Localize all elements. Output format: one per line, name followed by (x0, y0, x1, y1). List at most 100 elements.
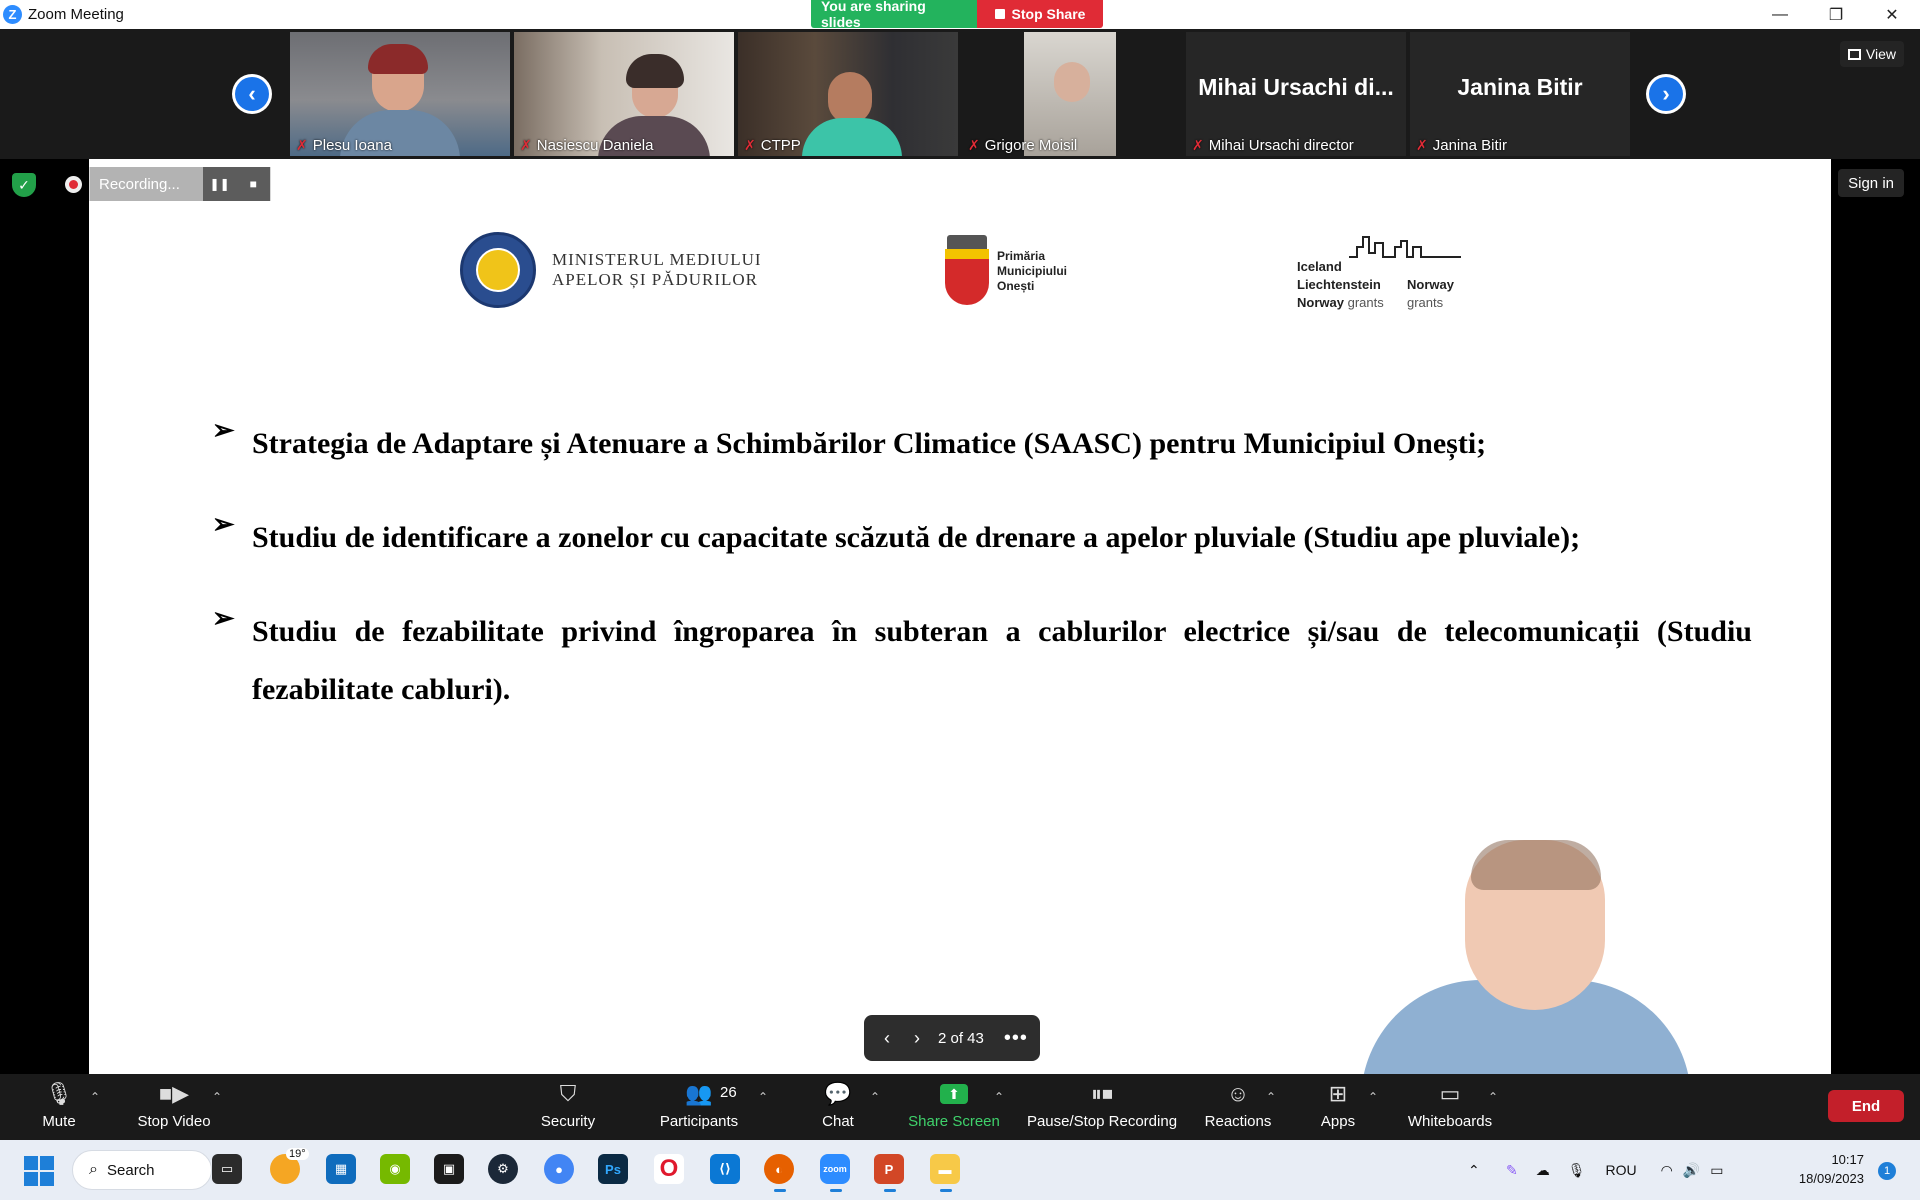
reactions-button[interactable]: ☺ Reactions (1200, 1078, 1276, 1136)
participant-tile[interactable]: ✗ Nasiescu Daniela (514, 32, 734, 156)
participant-name: ✗ Janina Bitir (1416, 137, 1507, 154)
grants-norway-right: Norway (1407, 277, 1454, 292)
zoom-app-icon[interactable]: zoom (820, 1154, 850, 1192)
encryption-shield-icon[interactable]: ✓ (12, 173, 36, 197)
chat-button[interactable]: 💬 Chat (816, 1078, 860, 1136)
notification-badge[interactable]: 1 (1878, 1162, 1896, 1180)
chevron-right-icon: › (1649, 77, 1683, 111)
participants-icon: 👥 (685, 1081, 713, 1106)
government-seal-icon (460, 232, 536, 308)
grants-word: grants (1347, 295, 1384, 310)
microphone-tray-icon[interactable]: 🎙 (1568, 1162, 1586, 1179)
steam-icon[interactable]: ⚙ (488, 1154, 518, 1184)
vscode-icon[interactable]: ⟨⟩ (710, 1154, 740, 1184)
grants-skyline-icon (1349, 236, 1461, 258)
volume-icon[interactable]: 🔊 (1683, 1162, 1700, 1179)
pen-icon[interactable]: ✎ (1506, 1162, 1518, 1179)
slide-bullet: ➢ Studiu de fezabilitate privind îngropa… (212, 603, 1752, 719)
reactions-options-caret[interactable]: ⌃ (1266, 1078, 1280, 1136)
shield-icon: ⛉ (559, 1081, 577, 1106)
microsoft-store-icon[interactable]: ▦ (326, 1154, 356, 1184)
close-button[interactable]: ✕ (1864, 0, 1920, 29)
stop-video-label: Stop Video (137, 1113, 211, 1130)
strip-next-button[interactable]: › (1646, 74, 1686, 114)
self-video[interactable] (1321, 840, 1701, 1074)
end-meeting-button[interactable]: End (1828, 1090, 1904, 1122)
microphone-icon: 🎙 (45, 1081, 73, 1106)
pause-recording-button[interactable]: ❚❚ (202, 167, 237, 201)
zoom-logo-icon: Z (3, 5, 22, 24)
participant-display-name: Mihai Ursachi di... (1198, 74, 1394, 100)
chat-options-caret[interactable]: ⌃ (870, 1078, 884, 1136)
maximize-button[interactable]: ❐ (1808, 0, 1864, 29)
next-slide-button[interactable]: › (902, 1028, 932, 1049)
recording-label-toolbar: Pause/Stop Recording (1026, 1113, 1178, 1130)
windows-start-icon[interactable] (24, 1156, 54, 1186)
participant-display-name: Janina Bitir (1457, 74, 1583, 100)
apps-options-caret[interactable]: ⌃ (1368, 1078, 1382, 1136)
participant-tile[interactable]: Mihai Ursachi di... ✗ Mihai Ursachi direc… (1186, 32, 1406, 156)
city-crest-icon (943, 235, 991, 307)
tray-overflow-chevron-icon[interactable]: ⌃ (1468, 1162, 1490, 1179)
sharing-status[interactable]: You are sharing slides (811, 0, 977, 30)
powerpoint-icon[interactable]: P (874, 1154, 904, 1192)
firefox-icon[interactable]: ◐ (764, 1154, 794, 1192)
share-screen-icon: ⬆ (940, 1079, 968, 1109)
share-options-caret[interactable]: ⌃ (994, 1078, 1008, 1136)
more-options-icon[interactable]: ••• (1004, 1027, 1028, 1050)
mute-button[interactable]: 🎙 Mute (34, 1078, 84, 1136)
share-screen-button[interactable]: ⬆ Share Screen (906, 1078, 1002, 1136)
chrome-icon[interactable]: ● (544, 1154, 574, 1184)
whiteboards-button[interactable]: ▭ Whiteboards (1402, 1078, 1498, 1136)
slide-bullet: ➢ Strategia de Adaptare și Atenuare a Sc… (212, 415, 1752, 473)
whiteboards-options-caret[interactable]: ⌃ (1488, 1078, 1502, 1136)
wifi-icon[interactable]: ◠ (1661, 1162, 1673, 1179)
clock-time: 10:17 (1831, 1152, 1864, 1167)
photoshop-icon[interactable]: Ps (598, 1154, 628, 1184)
participant-name: ✗ Plesu Ioana (296, 137, 392, 154)
security-button[interactable]: ⛉ Security (530, 1078, 606, 1136)
opera-icon[interactable]: O (654, 1154, 684, 1184)
participants-options-caret[interactable]: ⌃ (758, 1078, 772, 1136)
participant-tile[interactable]: ✗ CTPP (738, 32, 958, 156)
pause-stop-recording-button[interactable]: ⏸⏹ Pause/Stop Recording (1024, 1078, 1180, 1136)
mic-off-icon: ✗ (744, 137, 756, 153)
taskbar-clock[interactable]: 10:17 18/09/2023 (1799, 1150, 1864, 1188)
slide-pager: ‹ › 2 of 43 ••• (864, 1015, 1040, 1061)
sign-in-button[interactable]: Sign in (1838, 169, 1904, 197)
apps-button[interactable]: ⊞ Apps (1314, 1078, 1362, 1136)
primaria-name: Primăria Municipiului Onești (997, 248, 1067, 293)
mic-off-icon: ✗ (1192, 137, 1204, 153)
grid-view-icon (1847, 48, 1861, 60)
stop-video-button[interactable]: ■▶ Stop Video (134, 1078, 214, 1136)
share-banner: You are sharing slides Stop Share (811, 0, 1103, 30)
view-button[interactable]: View (1839, 41, 1904, 67)
file-explorer-icon[interactable]: ▬ (930, 1154, 960, 1192)
stop-recording-button[interactable]: ■ (236, 167, 270, 201)
nvidia-control-icon[interactable]: ▣ (434, 1154, 464, 1184)
language-indicator[interactable]: ROU (1606, 1162, 1637, 1178)
participant-tile[interactable]: Janina Bitir ✗ Janina Bitir (1410, 32, 1630, 156)
nvidia-app-icon[interactable]: ◉ (380, 1154, 410, 1184)
taskbar-search[interactable]: ⌕ Search (72, 1150, 212, 1190)
slide-counter: 2 of 43 (938, 1029, 984, 1047)
participant-tile[interactable]: ✗ Grigore Moisil (962, 32, 1182, 156)
recording-indicator: Recording... ❚❚ ■ (65, 167, 271, 201)
onedrive-cloud-icon[interactable]: ☁ (1536, 1162, 1550, 1179)
strip-prev-button[interactable]: ‹ (232, 74, 272, 114)
video-options-caret[interactable]: ⌃ (212, 1078, 226, 1136)
battery-icon[interactable]: ▭ (1710, 1162, 1723, 1179)
audio-options-caret[interactable]: ⌃ (90, 1078, 104, 1136)
whiteboard-icon: ▭ (1439, 1081, 1461, 1106)
recording-dot-icon (65, 176, 82, 193)
bullet-arrow-icon: ➢ (212, 603, 235, 633)
participant-tile[interactable]: ✗ Plesu Ioana (290, 32, 510, 156)
chevron-left-icon: ‹ (235, 77, 269, 111)
system-tray: ⌃ ✎ ☁ 🎙 ROU ◠ 🔊 ▭ (1468, 1140, 1724, 1200)
stop-share-button[interactable]: Stop Share (977, 0, 1103, 28)
view-label: View (1865, 46, 1896, 62)
weather-temp: 19° (286, 1148, 309, 1160)
minimize-button[interactable]: — (1752, 0, 1808, 29)
task-view-icon[interactable]: ▭ (212, 1154, 242, 1184)
previous-slide-button[interactable]: ‹ (872, 1028, 902, 1049)
